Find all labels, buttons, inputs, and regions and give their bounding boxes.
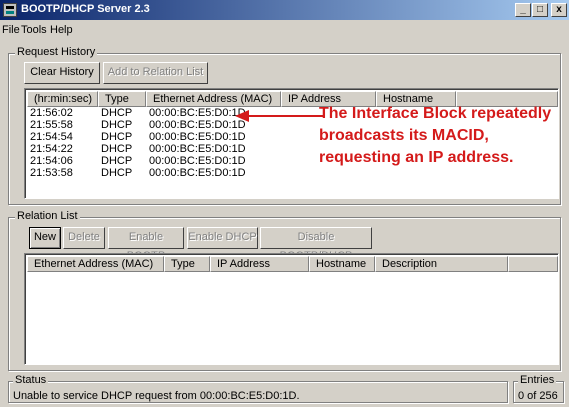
enable-bootp-button[interactable]: Enable BOOTP xyxy=(108,227,184,262)
delete-button[interactable]: Delete xyxy=(63,227,105,249)
new-button[interactable]: New xyxy=(29,227,61,249)
row-time: 21:53:58 xyxy=(30,167,73,179)
annotation-arrow-icon xyxy=(235,110,323,122)
window-title: BOOTP/DHCP Server 2.3 xyxy=(21,3,150,15)
relation-list[interactable]: Ethernet Address (MAC) Type IP Address H… xyxy=(24,253,559,365)
row-mac: 00:00:BC:E5:D0:1D xyxy=(149,107,246,119)
row-type: DHCP xyxy=(101,167,133,179)
enable-dhcp-button[interactable]: Enable DHCP xyxy=(187,227,258,249)
annotation-line-3: requesting an IP address. xyxy=(319,149,514,166)
row-type: DHCP xyxy=(101,155,133,167)
request-history-list[interactable]: (hr:min:sec) Type Ethernet Address (MAC)… xyxy=(24,88,559,199)
column-header-mac[interactable]: Ethernet Address (MAC) xyxy=(27,256,164,272)
row-type: DHCP xyxy=(101,119,133,131)
annotation-line-2: broadcasts its MACID, xyxy=(319,127,489,144)
disable-bootp-dhcp-button[interactable]: Disable BOOTP/DHCP xyxy=(260,227,372,262)
row-mac: 00:00:BC:E5:D0:1D xyxy=(149,131,246,143)
entries-pane: Entries 0 of 256 xyxy=(513,374,564,403)
column-header-filler xyxy=(508,256,558,272)
row-mac: 00:00:BC:E5:D0:1D xyxy=(149,119,246,131)
row-mac: 00:00:BC:E5:D0:1D xyxy=(149,167,246,179)
relation-list-label: Relation List xyxy=(15,210,80,222)
annotation-line-1: The Interface Block repeatedly xyxy=(319,105,552,122)
column-header-hostname[interactable]: Hostname xyxy=(309,256,375,272)
row-time: 21:54:54 xyxy=(30,131,73,143)
menu-help[interactable]: Help xyxy=(50,24,73,36)
row-time: 21:56:02 xyxy=(30,107,73,119)
row-type: DHCP xyxy=(101,131,133,143)
app-icon xyxy=(3,3,17,17)
column-header-time[interactable]: (hr:min:sec) xyxy=(27,91,98,107)
column-header-type[interactable]: Type xyxy=(98,91,146,107)
row-time: 21:55:58 xyxy=(30,119,73,131)
add-to-relation-list-button[interactable]: Add to Relation List xyxy=(103,62,208,84)
column-header-description[interactable]: Description xyxy=(375,256,508,272)
status-pane: Status Unable to service DHCP request fr… xyxy=(8,374,508,403)
menu-tools[interactable]: Tools xyxy=(21,24,47,36)
title-bar: BOOTP/DHCP Server 2.3 _ □ x xyxy=(0,0,569,20)
row-mac: 00:00:BC:E5:D0:1D xyxy=(149,143,246,155)
column-header-mac[interactable]: Ethernet Address (MAC) xyxy=(146,91,281,107)
row-type: DHCP xyxy=(101,107,133,119)
column-header-type[interactable]: Type xyxy=(164,256,210,272)
row-time: 21:54:06 xyxy=(30,155,73,167)
clear-history-button[interactable]: Clear History xyxy=(24,62,100,84)
row-time: 21:54:22 xyxy=(30,143,73,155)
menu-file[interactable]: File xyxy=(2,24,20,36)
menu-bar: File Tools Help xyxy=(0,20,569,40)
column-header-ip[interactable]: IP Address xyxy=(210,256,309,272)
status-text: Unable to service DHCP request from 00:0… xyxy=(13,390,300,402)
row-type: DHCP xyxy=(101,143,133,155)
entries-value: 0 of 256 xyxy=(518,390,558,402)
maximize-button[interactable]: □ xyxy=(532,3,548,17)
minimize-button[interactable]: _ xyxy=(515,3,531,17)
close-button[interactable]: x xyxy=(551,3,567,17)
status-label: Status xyxy=(13,374,49,386)
row-mac: 00:00:BC:E5:D0:1D xyxy=(149,155,246,167)
request-history-label: Request History xyxy=(15,46,98,58)
entries-label: Entries xyxy=(518,374,557,386)
